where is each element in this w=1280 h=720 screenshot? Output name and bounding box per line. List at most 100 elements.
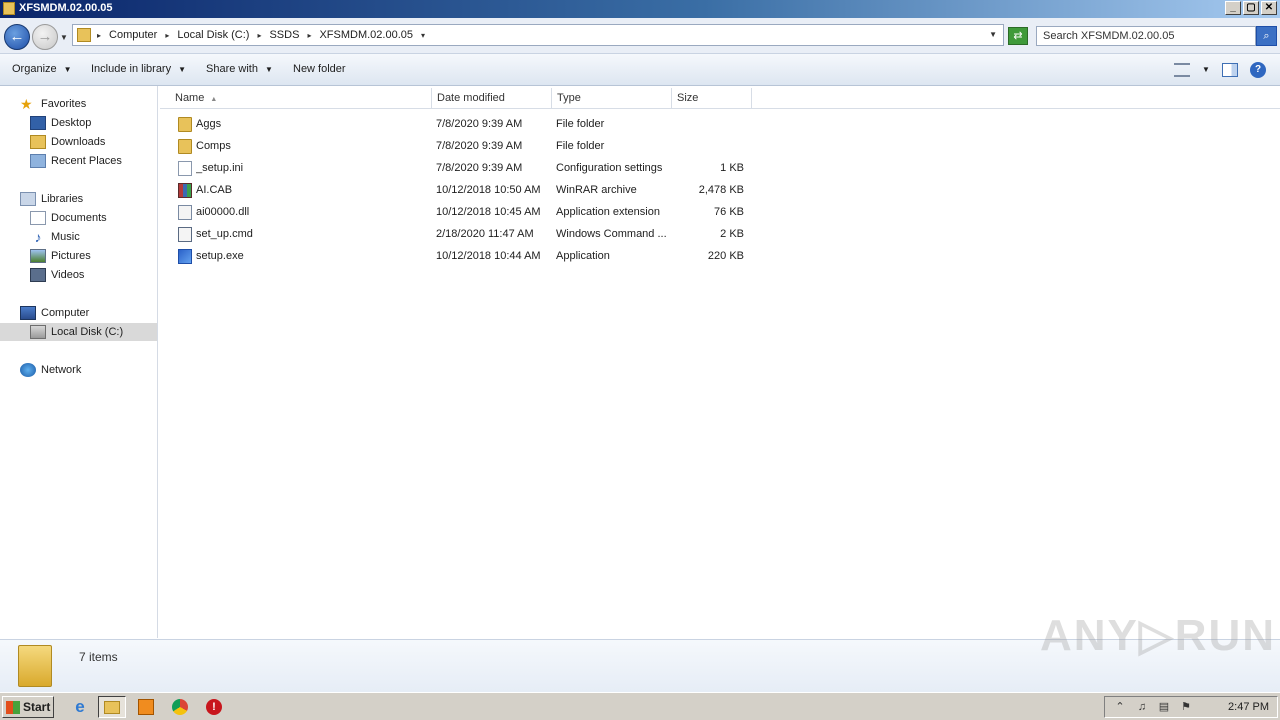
column-header-type[interactable]: Type — [552, 88, 672, 109]
volume-icon[interactable]: ♫ — [1135, 700, 1149, 714]
window-controls: _ ▢ ✕ — [1225, 1, 1277, 15]
file-list: Name ▲ Date modified Type Size Aggs 7/8/20… — [160, 86, 1280, 638]
new-folder-button[interactable]: New folder — [293, 63, 346, 75]
explorer-taskbar-button[interactable] — [98, 696, 126, 718]
chevron-icon[interactable]: ▸ — [307, 29, 311, 42]
breadcrumb-computer[interactable]: Computer — [109, 29, 157, 42]
file-type: Application extension — [556, 206, 660, 218]
breadcrumb-ssds[interactable]: SSDS — [269, 29, 299, 42]
window-title: XFSMDM.02.00.05 — [19, 2, 113, 14]
organize-button[interactable]: Organize ▼ — [12, 63, 72, 75]
breadcrumb: ▸ Computer ▸ Local Disk (C:) ▸ SSDS ▸ XFSMDM… — [97, 29, 425, 42]
forward-button[interactable]: → — [32, 24, 58, 50]
nav-music[interactable]: ♪ Music — [30, 228, 80, 246]
preview-pane-icon[interactable] — [1222, 63, 1238, 77]
change-view-icon[interactable] — [1174, 63, 1190, 77]
help-icon[interactable]: ? — [1250, 62, 1266, 78]
arrow-right-icon: → — [37, 28, 53, 45]
chevron-down-icon[interactable]: ▼ — [1202, 63, 1210, 77]
search-input[interactable]: Search XFSMDM.02.00.05 — [1036, 26, 1256, 46]
file-row[interactable]: setup.exe 10/12/2018 10:44 AM Application 2… — [160, 247, 760, 267]
start-button[interactable]: Start — [2, 696, 54, 718]
share-with-button[interactable]: Share with ▼ — [206, 63, 273, 75]
chevron-down-icon[interactable]: ▾ — [421, 29, 425, 42]
breadcrumb-local-disk[interactable]: Local Disk (C:) — [177, 29, 249, 42]
restore-button[interactable]: ▢ — [1243, 1, 1259, 15]
windows-logo-icon — [6, 700, 20, 714]
show-hidden-icons-icon[interactable]: ⌃ — [1113, 700, 1127, 714]
file-name: Comps — [196, 140, 231, 152]
nav-network[interactable]: Network — [20, 361, 81, 379]
chrome-icon[interactable] — [172, 699, 188, 715]
chevron-icon[interactable]: ▸ — [165, 29, 169, 42]
include-in-library-button[interactable]: Include in library ▼ — [91, 63, 186, 75]
chevron-down-icon: ▼ — [63, 65, 72, 74]
libraries-icon — [20, 192, 36, 206]
local-disk-icon — [30, 325, 46, 339]
computer-icon — [20, 306, 36, 320]
nav-pictures[interactable]: Pictures — [30, 247, 91, 265]
navigation-pane: ★ Favorites Desktop Downloads Recent Plac… — [0, 86, 158, 638]
file-type: Configuration settings — [556, 162, 663, 174]
minimize-button[interactable]: _ — [1225, 1, 1241, 15]
view-controls: ▼ ? — [1174, 62, 1266, 78]
file-row[interactable]: Aggs 7/8/2020 9:39 AM File folder — [160, 115, 760, 135]
search-button[interactable]: ⌕ — [1256, 26, 1277, 46]
file-size: 76 KB — [714, 206, 744, 218]
clock[interactable]: 2:47 PM — [1228, 701, 1269, 713]
nav-computer[interactable]: Computer — [20, 304, 89, 322]
taskbar: Start e ! ⌃ ♫ ▤ ⚑ 2:47 PM — [0, 692, 1280, 720]
title-bar[interactable]: XFSMDM.02.00.05 _ ▢ ✕ — [0, 0, 1280, 18]
back-button[interactable]: ← — [4, 24, 30, 50]
nav-local-disk[interactable]: Local Disk (C:) — [0, 323, 157, 341]
command-bar: Organize ▼ Include in library ▼ Share with… — [0, 54, 1280, 86]
videos-icon — [30, 268, 46, 282]
file-type: Windows Command ... — [556, 228, 666, 240]
address-bar: ← → ▼ ▸ Computer ▸ Local Disk (C:) ▸ SSDS ▸… — [0, 18, 1280, 54]
chevron-icon[interactable]: ▸ — [97, 29, 101, 42]
file-row[interactable]: Comps 7/8/2020 9:39 AM File folder — [160, 137, 760, 157]
file-row[interactable]: set_up.cmd 2/18/2020 11:47 AM Windows Comm… — [160, 225, 760, 245]
file-date-modified: 10/12/2018 10:45 AM — [436, 206, 541, 218]
file-row[interactable]: _setup.ini 7/8/2020 9:39 AM Configuration … — [160, 159, 760, 179]
column-header-size[interactable]: Size — [672, 88, 752, 109]
breadcrumb-current-folder[interactable]: XFSMDM.02.00.05 — [319, 29, 413, 42]
address-box[interactable]: ▸ Computer ▸ Local Disk (C:) ▸ SSDS ▸ XFSMDM… — [72, 24, 1004, 46]
folder-icon — [77, 28, 91, 42]
chevron-down-icon: ▼ — [178, 65, 187, 74]
nav-recent-places[interactable]: Recent Places — [30, 152, 122, 170]
record-icon[interactable]: ! — [206, 699, 222, 715]
folder-icon — [3, 2, 15, 15]
address-history-dropdown[interactable]: ▼ — [989, 30, 997, 39]
refresh-button[interactable]: ⇄ — [1008, 27, 1028, 45]
file-row[interactable]: ai00000.dll 10/12/2018 10:45 AM Applicatio… — [160, 203, 760, 223]
media-player-icon[interactable] — [138, 699, 154, 715]
nav-libraries[interactable]: Libraries — [20, 190, 83, 208]
nav-downloads[interactable]: Downloads — [30, 133, 105, 151]
file-name: AI.CAB — [196, 184, 233, 196]
close-button[interactable]: ✕ — [1261, 1, 1277, 15]
network-status-icon[interactable]: ▤ — [1157, 700, 1171, 714]
nav-desktop[interactable]: Desktop — [30, 114, 91, 132]
file-size: 220 KB — [707, 250, 744, 262]
file-row[interactable]: AI.CAB 10/12/2018 10:50 AM WinRAR archive 2… — [160, 181, 760, 201]
star-icon: ★ — [20, 96, 33, 112]
nav-videos[interactable]: Videos — [30, 266, 84, 284]
nav-favorites[interactable]: ★ Favorites — [20, 95, 86, 113]
details-pane: 7 items ANY▷RUN — [0, 611, 1280, 692]
item-count: 7 items — [79, 650, 118, 664]
search-icon: ⌕ — [1263, 30, 1270, 42]
music-icon: ♪ — [34, 229, 42, 245]
file-type: File folder — [556, 140, 605, 152]
dll-file-icon — [178, 205, 192, 220]
column-header-name[interactable]: Name ▲ — [170, 88, 432, 109]
chevron-icon[interactable]: ▸ — [257, 29, 261, 42]
nav-documents[interactable]: Documents — [30, 209, 107, 227]
internet-explorer-icon[interactable]: e — [70, 698, 90, 716]
action-center-flag-icon[interactable]: ⚑ — [1179, 700, 1193, 714]
file-name: setup.exe — [196, 250, 244, 262]
column-header-date[interactable]: Date modified — [432, 88, 552, 109]
pictures-icon — [30, 249, 46, 263]
file-name: Aggs — [196, 118, 222, 130]
recent-pages-dropdown[interactable]: ▼ — [60, 33, 68, 42]
